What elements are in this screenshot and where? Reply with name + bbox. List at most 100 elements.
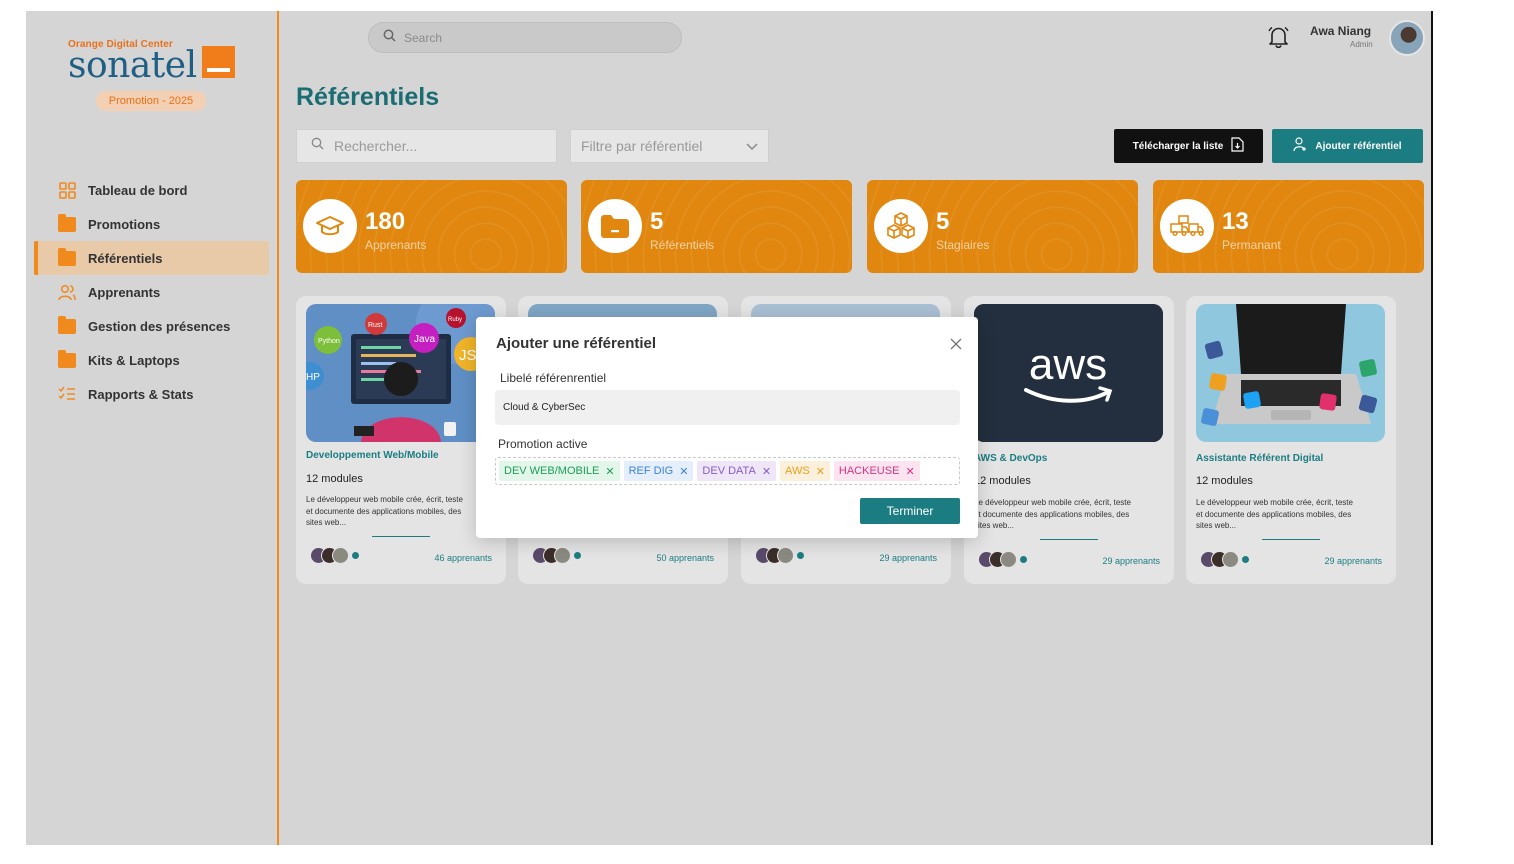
card-description: Le développeur web mobile crée, écrit, t… [306,495,463,527]
sidebar-item-label: Référentiels [88,250,163,266]
learner-avatars [532,547,582,564]
sidebar-item-label: Kits & Laptops [88,352,180,368]
filter-placeholder: Filtre par référentiel [581,138,703,154]
stat-value: 180 [365,208,406,235]
avatar [554,547,571,564]
cubes-icon [874,199,928,253]
avatar [332,547,349,564]
sidebar-item-promotions[interactable]: Promotions [34,207,269,241]
tag-label: DEV DATA [702,465,756,477]
card-description: Le développeur web mobile crée, écrit, t… [974,498,1131,530]
tag-label: DEV WEB/MOBILE [504,465,600,477]
learner-avatars [310,547,360,564]
referentiel-card[interactable]: aws AWS & DevOps 12 modules Le développe… [964,296,1174,584]
user-role: Admin [1350,40,1373,49]
stat-card-referentiels: 5 Référentiels [581,180,852,273]
referentiel-card[interactable]: Assistante Référent Digital 12 modules L… [1186,296,1396,584]
referentiel-search[interactable] [296,129,557,163]
dev-web-illustration: Python Rust Ruby Java JS HP [306,304,495,442]
learner-count: 29 apprenants [1102,556,1160,566]
promotion-tags-input[interactable]: DEV WEB/MOBILE ✕ REF DIG ✕ DEV DATA ✕ AWS ✕ … [495,457,960,485]
referentiel-name-label: Libelé référenrentiel [500,371,607,385]
learner-count: 29 apprenants [879,553,937,563]
more-avatars-icon [796,551,805,560]
remove-tag-icon[interactable]: ✕ [679,465,688,478]
download-label: Télécharger la liste [1132,140,1224,152]
page-title: Référentiels [296,83,440,111]
terminer-button[interactable]: Terminer [860,498,960,524]
global-search[interactable] [368,22,682,53]
window-edge [1431,11,1433,845]
users-icon [58,284,76,300]
stat-value: 5 [936,208,950,235]
sidebar-item-rapports-stats[interactable]: Rapports & Stats [34,377,269,411]
aws-logo-image: aws [974,304,1163,442]
remove-tag-icon[interactable]: ✕ [816,465,825,478]
folder-icon [58,213,76,232]
stat-label: Permanant [1222,238,1281,252]
more-avatars-icon [1019,555,1028,564]
java-label: Java [414,334,436,345]
sidebar-item-tableau-de-bord[interactable]: Tableau de bord [34,173,269,207]
more-avatars-icon [351,551,360,560]
learner-count: 29 apprenants [1324,556,1382,566]
add-label: Ajouter référentiel [1315,140,1402,152]
card-title: Assistante Référent Digital [1196,453,1324,464]
avatar[interactable] [1389,20,1425,56]
tag-label: REF DIG [628,465,674,477]
sonatel-logo: Orange Digital Center sonatel [66,39,236,89]
sidebar: Orange Digital Center sonatel Promotion … [26,11,279,845]
learner-avatars [978,551,1028,568]
folder-icon [58,349,76,368]
download-list-button[interactable]: Télécharger la liste [1114,129,1263,163]
sidebar-item-apprenants[interactable]: Apprenants [34,275,269,309]
php-label: HP [306,372,320,383]
file-download-icon [1231,137,1244,155]
more-avatars-icon [1241,555,1250,564]
card-description: Le développeur web mobile crée, écrit, t… [1196,498,1353,530]
grid-icon [58,181,76,199]
rust-label: Rust [368,322,382,329]
remove-tag-icon[interactable]: ✕ [905,465,914,478]
python-label: Python [318,338,340,345]
add-referentiel-modal: Ajouter une référentiel Libelé référenre… [476,317,978,538]
tag-aws: AWS ✕ [780,461,830,481]
learner-count: 50 apprenants [656,553,714,563]
add-referentiel-button[interactable]: Ajouter référentiel [1272,129,1423,163]
graduation-cap-icon [303,199,357,253]
card-modules: 12 modules [974,475,1031,487]
remove-tag-icon[interactable]: ✕ [762,465,771,478]
orange-square-icon [202,46,235,78]
stat-card-stagiaires: 5 Stagiaires [867,180,1138,273]
search-icon [383,29,396,47]
stat-card-apprenants: 180 Apprenants [296,180,567,273]
tag-dev-data: DEV DATA ✕ [697,461,777,481]
folder-icon [58,247,76,266]
card-divider [372,536,430,537]
global-search-input[interactable] [404,30,654,45]
stat-label: Apprenants [365,238,427,252]
card-divider [1262,539,1320,540]
card-title: Developpement Web/Mobile [306,450,439,461]
sidebar-item-referentiels[interactable]: Référentiels [34,241,269,275]
referentiel-filter-select[interactable]: Filtre par référentiel [570,129,769,163]
more-avatars-icon [573,551,582,560]
checklist-icon [58,386,76,402]
card-modules: 12 modules [1196,475,1253,487]
referentiel-search-input[interactable] [334,138,534,154]
notification-bell-icon[interactable] [1268,26,1289,53]
sidebar-item-gestion-presences[interactable]: Gestion des présences [34,309,269,343]
sidebar-item-label: Tableau de bord [88,182,188,198]
sidebar-item-kits-laptops[interactable]: Kits & Laptops [34,343,269,377]
referentiel-name-input[interactable] [495,390,960,425]
avatar [1222,551,1239,568]
sidebar-item-label: Apprenants [88,284,161,300]
referentiel-card[interactable]: Python Rust Ruby Java JS HP Developpemen… [296,296,506,584]
close-icon[interactable] [950,337,962,355]
folder-icon [58,315,76,334]
modal-title: Ajouter une référentiel [496,335,657,352]
remove-tag-icon[interactable]: ✕ [605,465,614,478]
chevron-down-icon [746,138,758,154]
add-user-icon [1293,137,1307,155]
card-divider [1040,539,1098,540]
